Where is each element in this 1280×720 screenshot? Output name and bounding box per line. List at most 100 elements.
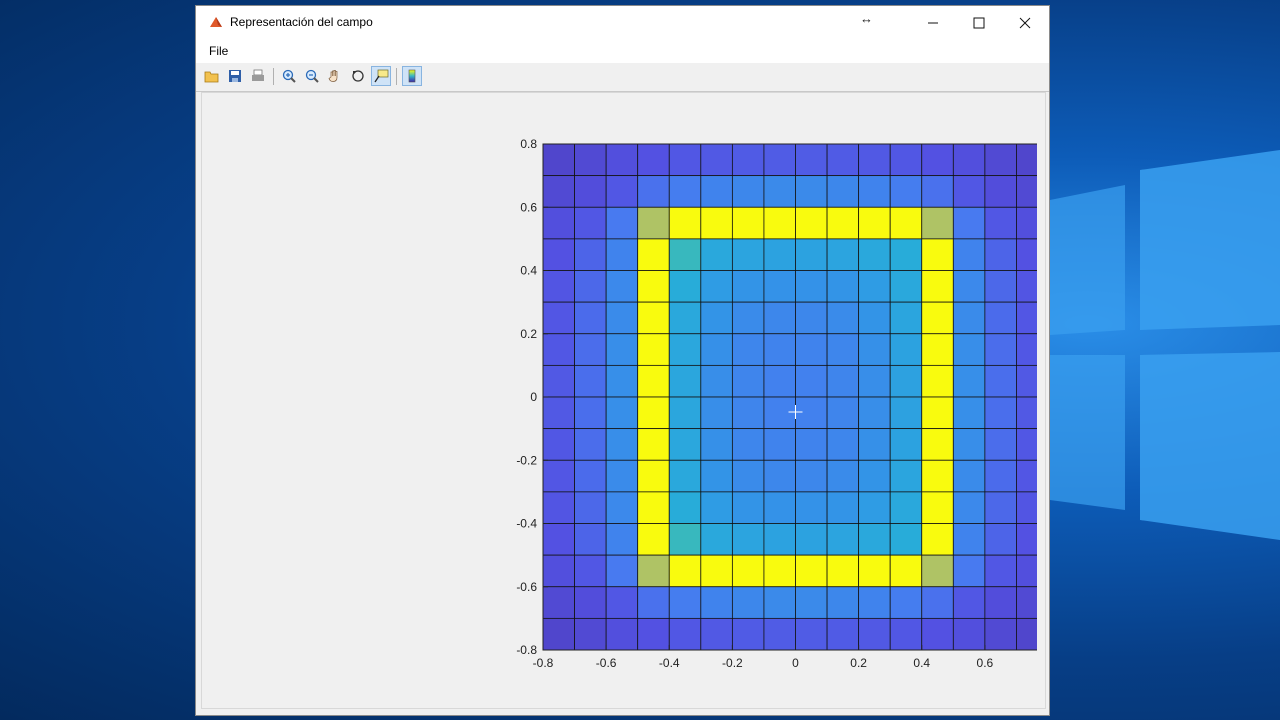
heatmap-cell [637, 333, 670, 366]
heatmap-cell [605, 586, 639, 619]
heatmap-cell [826, 523, 860, 556]
heatmap-cell [858, 554, 891, 588]
heatmap-cell [889, 333, 923, 366]
data-cursor-button[interactable] [371, 66, 391, 86]
heatmap-cell [700, 238, 733, 271]
matlab-icon [210, 17, 222, 27]
heatmap-cell [795, 586, 828, 619]
heatmap-cell [605, 364, 639, 398]
heatmap-cell [921, 143, 954, 177]
heatmap-cell [605, 428, 639, 461]
maximize-button[interactable] [956, 6, 1002, 39]
heatmap-cell [605, 206, 639, 240]
heatmap-cell [668, 396, 702, 430]
heatmap-cell [668, 143, 702, 177]
heatmap-cell [858, 364, 891, 398]
zoom-in-icon [282, 69, 296, 83]
colorbar-button[interactable] [402, 66, 422, 86]
heatmap-cell [921, 396, 954, 430]
heatmap-cell [700, 617, 733, 651]
heatmap-cell [921, 523, 954, 556]
x-tick-label: 0.6 [977, 656, 994, 670]
heatmap-cell [984, 459, 1017, 493]
heatmap-cell [700, 396, 733, 430]
heatmap-cell [731, 459, 765, 493]
heatmap-cell [826, 301, 860, 335]
heatmap-cell [637, 143, 670, 177]
pan-icon [328, 70, 338, 82]
heatmap-cell [889, 554, 923, 588]
heatmap-cell [763, 491, 796, 524]
x-tick-label: -0.4 [659, 656, 680, 670]
heatmap-cell [952, 270, 986, 303]
heatmap-cell [731, 270, 765, 303]
y-tick-label: -0.4 [516, 517, 537, 531]
open-button[interactable] [202, 66, 222, 86]
minimize-button[interactable] [910, 6, 956, 39]
heatmap-cell [574, 206, 607, 240]
heatmap-cell [795, 554, 828, 588]
heatmap-cell [984, 491, 1017, 524]
pan-button[interactable] [325, 66, 345, 86]
title-bar[interactable]: Representación del campo ↔ [196, 6, 1049, 39]
heatmap-cell [952, 586, 986, 619]
heatmap-cell [826, 206, 860, 240]
heatmap-cell [700, 206, 733, 240]
heatmap-cell [984, 396, 1017, 430]
heatmap-cell [700, 554, 733, 588]
colorbar-icon [408, 69, 416, 83]
heatmap-cell [858, 428, 891, 461]
heatmap-cell [858, 491, 891, 524]
heatmap-cell [542, 617, 575, 651]
close-button[interactable] [1002, 6, 1048, 39]
heatmap-cell [668, 617, 702, 651]
heatmap-cell [826, 333, 860, 366]
heatmap-cell [952, 364, 986, 398]
zoom-out-button[interactable] [302, 66, 322, 86]
heatmap-cell [921, 175, 954, 208]
heatmap-cell [889, 523, 923, 556]
heatmap-cell [700, 175, 733, 208]
heatmap-cell [637, 586, 670, 619]
heatmap-cell [984, 333, 1017, 366]
heatmap-cell [542, 459, 575, 493]
y-tick-label: 0.8 [520, 137, 537, 151]
heatmap-cell [1016, 238, 1037, 271]
y-tick-label: -0.6 [516, 580, 537, 594]
toolbar [196, 63, 1049, 92]
heatmap-cell [1016, 396, 1037, 430]
heatmap-cell [574, 175, 607, 208]
heatmap-cell [574, 586, 607, 619]
heatmap-cell [858, 459, 891, 493]
zoom-in-button[interactable] [279, 66, 299, 86]
heatmap-cell [1016, 270, 1037, 303]
heatmap-cell [952, 523, 986, 556]
heatmap-cell [763, 270, 796, 303]
heatmap-cell [889, 301, 923, 335]
y-tick-label: 0 [530, 390, 537, 404]
print-button[interactable] [248, 66, 268, 86]
heatmap-cell [700, 459, 733, 493]
menu-file[interactable]: File [209, 44, 228, 58]
heatmap-cell [763, 333, 796, 366]
heatmap-cell [700, 523, 733, 556]
figure-canvas: -0.8-0.6-0.4-0.200.20.40.60.80.80.60.40.… [201, 92, 1046, 709]
heatmap-cell [763, 523, 796, 556]
x-tick-label: 0.4 [913, 656, 930, 670]
rotate-button[interactable] [348, 66, 368, 86]
heatmap-cell [605, 238, 639, 271]
heatmap-cell [826, 617, 860, 651]
save-button[interactable] [225, 66, 245, 86]
heatmap-cell [1016, 491, 1037, 524]
heatmap-cell [542, 301, 575, 335]
heatmap-cell [952, 301, 986, 335]
heatmap-cell [700, 301, 733, 335]
open-icon [204, 71, 219, 83]
heatmap-cell [1016, 459, 1037, 493]
windows-logo [1050, 150, 1280, 540]
heatmap-cell [889, 175, 923, 208]
heatmap-cell [637, 491, 670, 524]
heatmap-cell [542, 206, 575, 240]
x-tick-label: 0.2 [850, 656, 867, 670]
heatmap-cell [1016, 175, 1037, 208]
